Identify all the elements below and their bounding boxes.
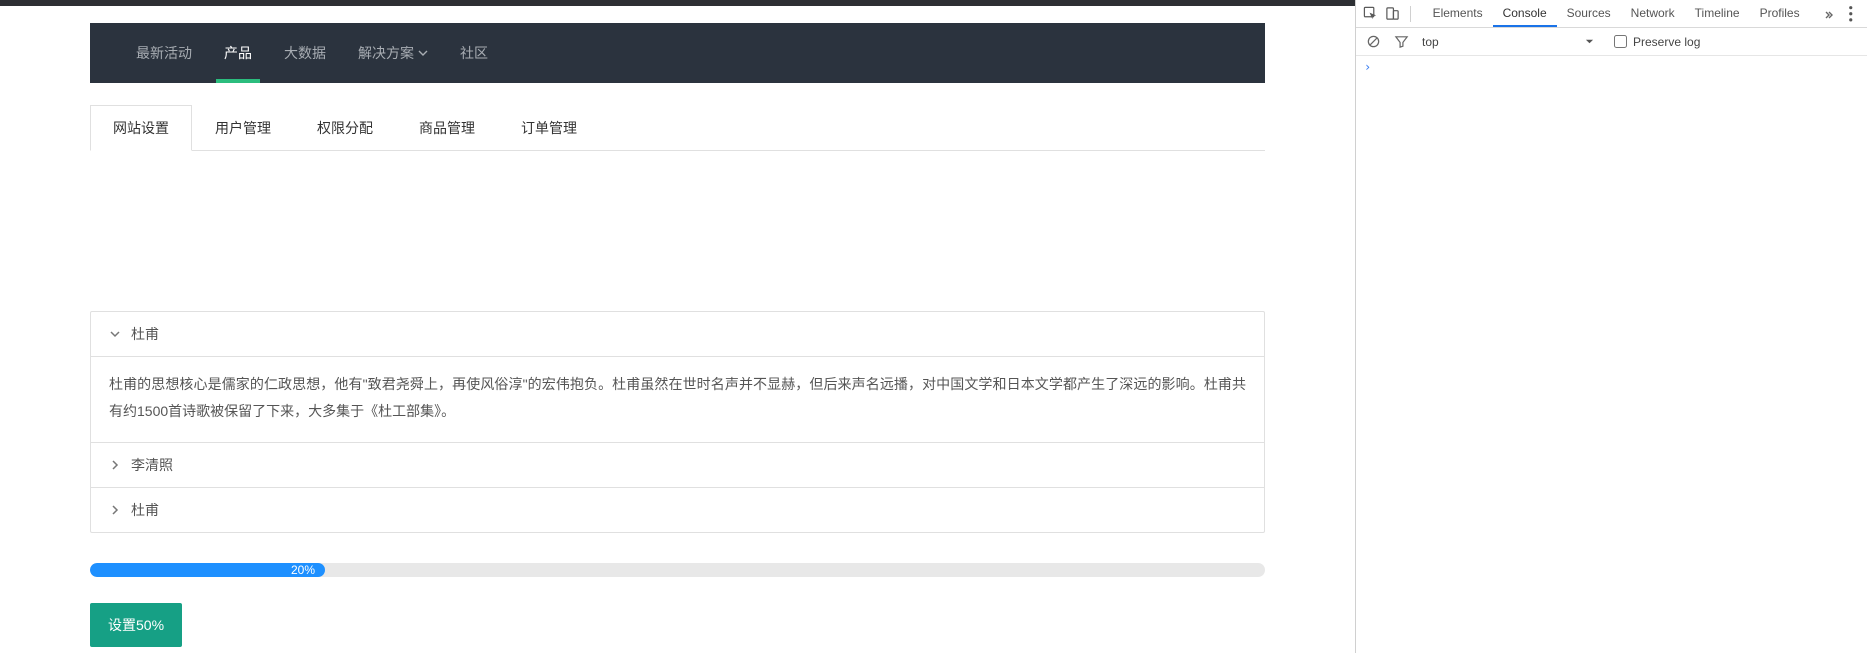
kebab-menu-icon[interactable] <box>1841 3 1861 25</box>
caret-down-icon <box>418 48 428 58</box>
devtools-tabs: Elements Console Sources Network Timelin… <box>1423 0 1810 27</box>
devtools-tab-elements[interactable]: Elements <box>1423 0 1493 27</box>
accordion-body: 杜甫的思想核心是儒家的仁政思想，他有"致君尧舜上，再使风俗淳"的宏伟抱负。杜甫虽… <box>91 356 1264 442</box>
tab-label: Network <box>1631 6 1675 20</box>
console-prompt-icon: › <box>1364 60 1371 74</box>
tab-label: Timeline <box>1695 6 1740 20</box>
accordion-title: 杜甫 <box>131 500 159 520</box>
top-strip <box>0 0 1355 6</box>
accordion-item: 杜甫 杜甫的思想核心是儒家的仁政思想，他有"致君尧舜上，再使风俗淳"的宏伟抱负。… <box>91 312 1264 442</box>
progress-bar-fill: 20% <box>90 563 325 577</box>
nav-label: 解决方案 <box>358 43 414 63</box>
preserve-log-checkbox[interactable]: Preserve log <box>1614 35 1700 49</box>
accordion-content: 杜甫的思想核心是儒家的仁政思想，他有"致君尧舜上，再使风俗淳"的宏伟抱负。杜甫虽… <box>109 376 1246 419</box>
nav-item-community[interactable]: 社区 <box>444 23 504 83</box>
page-area: 最新活动 产品 大数据 解决方案 社区 <box>0 0 1355 653</box>
chevron-down-icon <box>109 328 121 340</box>
sub-tabs: 网站设置 用户管理 权限分配 商品管理 订单管理 <box>90 105 1265 151</box>
subtab-label: 用户管理 <box>215 120 271 136</box>
console-toolbar: top Preserve log <box>1356 28 1867 56</box>
devtools-tab-profiles[interactable]: Profiles <box>1750 0 1810 27</box>
nav-item-bigdata[interactable]: 大数据 <box>268 23 342 83</box>
subtab-label: 商品管理 <box>419 120 475 136</box>
chevron-right-icon <box>109 459 121 471</box>
accordion-header-dufu-1[interactable]: 杜甫 <box>91 312 1264 356</box>
devtools-tab-console[interactable]: Console <box>1493 0 1557 27</box>
progress-bar-track: 20% <box>90 563 1265 577</box>
subtab-label: 权限分配 <box>317 120 373 136</box>
accordion: 杜甫 杜甫的思想核心是儒家的仁政思想，他有"致君尧舜上，再使风俗淳"的宏伟抱负。… <box>90 311 1265 533</box>
tab-label: Profiles <box>1760 6 1800 20</box>
devtools-tab-sources[interactable]: Sources <box>1557 0 1621 27</box>
subtab-label: 订单管理 <box>521 120 577 136</box>
separator <box>1410 6 1411 22</box>
tab-label: Elements <box>1433 6 1483 20</box>
filter-icon[interactable] <box>1390 31 1412 53</box>
subtab-product-management[interactable]: 商品管理 <box>396 105 498 150</box>
subtab-site-settings[interactable]: 网站设置 <box>90 105 192 151</box>
progress-label: 20% <box>291 563 315 577</box>
nav-item-latest[interactable]: 最新活动 <box>120 23 208 83</box>
tab-label: Console <box>1503 6 1547 20</box>
accordion-header-liqingzhao[interactable]: 李清照 <box>91 443 1264 487</box>
caret-down-icon <box>1585 35 1594 49</box>
set-50-button[interactable]: 设置50% <box>90 603 182 647</box>
preserve-log-label: Preserve log <box>1633 35 1700 49</box>
nav-item-solutions[interactable]: 解决方案 <box>342 23 444 83</box>
subtab-order-management[interactable]: 订单管理 <box>498 105 600 150</box>
nav-label: 最新活动 <box>136 43 192 63</box>
tab-label: Sources <box>1567 6 1611 20</box>
subtab-permissions[interactable]: 权限分配 <box>294 105 396 150</box>
nav-label: 社区 <box>460 43 488 63</box>
main-navbar: 最新活动 产品 大数据 解决方案 社区 <box>90 23 1265 83</box>
context-label: top <box>1422 35 1439 49</box>
nav-label: 产品 <box>224 43 252 63</box>
console-body[interactable]: › <box>1356 56 1867 653</box>
device-toolbar-icon[interactable] <box>1384 3 1402 25</box>
accordion-item: 李清照 <box>91 442 1264 487</box>
devtools-tab-timeline[interactable]: Timeline <box>1685 0 1750 27</box>
preserve-log-input[interactable] <box>1614 35 1627 48</box>
devtools-tab-network[interactable]: Network <box>1621 0 1685 27</box>
devtools-panel: Elements Console Sources Network Timelin… <box>1355 0 1867 653</box>
subtab-user-management[interactable]: 用户管理 <box>192 105 294 150</box>
button-label: 设置50% <box>108 617 164 633</box>
chevron-right-icon <box>109 504 121 516</box>
more-tabs-icon[interactable] <box>1820 8 1838 20</box>
nav-label: 大数据 <box>284 43 326 63</box>
accordion-item: 杜甫 <box>91 487 1264 532</box>
nav-item-product[interactable]: 产品 <box>208 23 268 83</box>
accordion-title: 杜甫 <box>131 324 159 344</box>
devtools-toolbar: Elements Console Sources Network Timelin… <box>1356 0 1867 28</box>
context-selector[interactable]: top <box>1418 35 1598 49</box>
accordion-title: 李清照 <box>131 455 173 475</box>
accordion-header-dufu-2[interactable]: 杜甫 <box>91 488 1264 532</box>
subtab-label: 网站设置 <box>113 120 169 136</box>
clear-console-icon[interactable] <box>1362 31 1384 53</box>
inspect-element-icon[interactable] <box>1362 3 1380 25</box>
